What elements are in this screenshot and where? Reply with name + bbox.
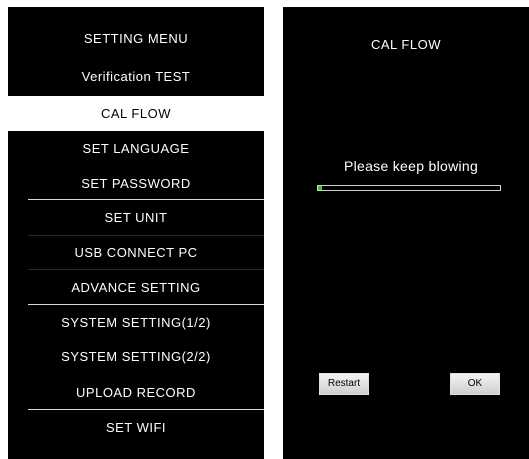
ok-button[interactable]: OK <box>450 373 500 395</box>
restart-button[interactable]: Restart <box>319 373 369 395</box>
progress-bar <box>317 185 501 191</box>
menu-item-set-password[interactable]: SET PASSWORD <box>8 166 264 201</box>
menu-item-verification-test[interactable]: Verification TEST <box>8 59 264 94</box>
menu-item-cal-flow[interactable]: CAL FLOW <box>8 96 264 131</box>
menu-item-system-setting-2[interactable]: SYSTEM SETTING(2/2) <box>8 339 264 374</box>
menu-item-advance-setting[interactable]: ADVANCE SETTING <box>8 270 264 305</box>
cal-flow-title: CAL FLOW <box>371 37 441 52</box>
menu-item-upload-record[interactable]: UPLOAD RECORD <box>8 375 264 410</box>
menu-item-usb-connect-pc[interactable]: USB CONNECT PC <box>8 235 264 270</box>
progress-bar-fill <box>318 186 322 190</box>
menu-item-system-setting-1[interactable]: SYSTEM SETTING(1/2) <box>8 305 264 340</box>
setting-menu-panel: SETTING MENU Verification TEST CAL FLOW … <box>8 7 264 459</box>
setting-menu-title: SETTING MENU <box>83 31 189 46</box>
blow-instruction: Please keep blowing <box>343 158 479 174</box>
cal-flow-panel: CAL FLOW Please keep blowing Restart OK <box>283 7 529 459</box>
menu-item-set-language[interactable]: SET LANGUAGE <box>8 131 264 166</box>
menu-item-set-unit[interactable]: SET UNIT <box>8 200 264 235</box>
menu-item-set-wifi[interactable]: SET WIFI <box>8 410 264 445</box>
